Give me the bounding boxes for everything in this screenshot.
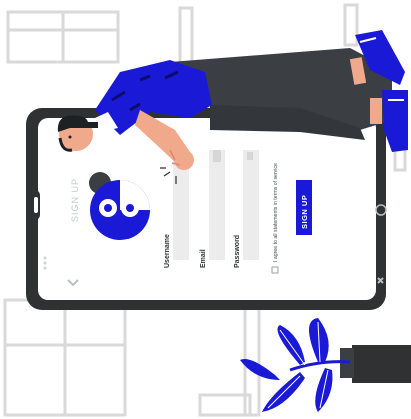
sign-up-button-label: SIGN UP: [300, 195, 309, 229]
illustration-scene: SIGN UP Username Email Password I agree …: [3, 3, 411, 417]
sign-up-button[interactable]: SIGN UP: [296, 180, 312, 235]
terms-text: I agree to all statements in terms of se…: [273, 163, 279, 262]
email-input[interactable]: [209, 150, 225, 260]
form-title: SIGN UP: [70, 178, 80, 222]
email-label: Email: [200, 249, 207, 268]
plant-illustration: [240, 318, 411, 412]
password-input[interactable]: [243, 150, 259, 260]
password-label: Password: [234, 235, 241, 268]
username-label: Username: [164, 234, 171, 268]
